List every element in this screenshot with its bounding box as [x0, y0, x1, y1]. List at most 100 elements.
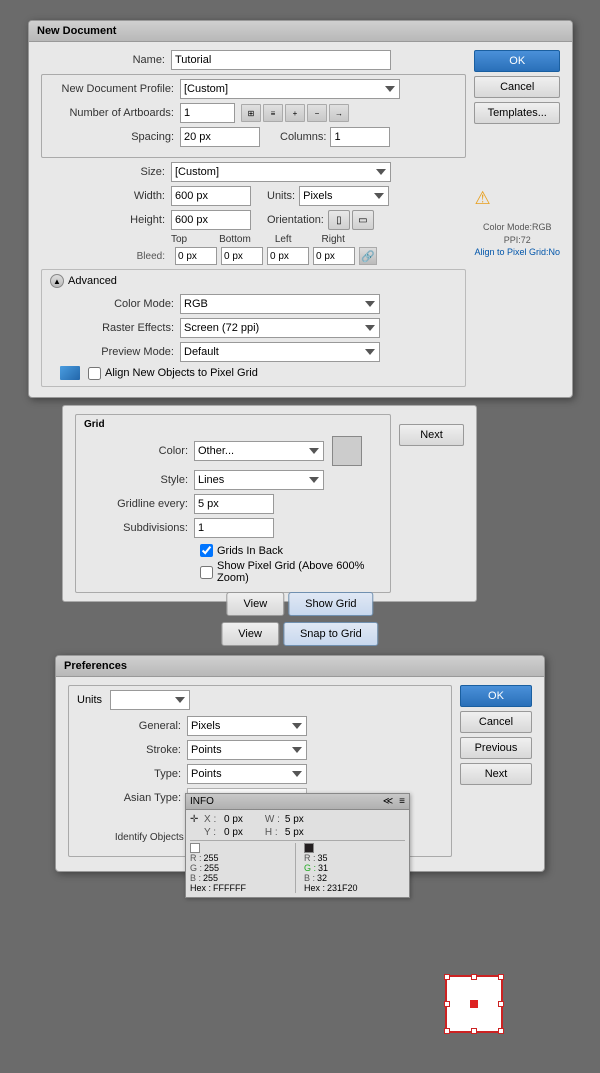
artboard-arrow-icon[interactable]: →	[329, 104, 349, 122]
prefs-general-label: General:	[77, 720, 187, 732]
size-label: Size:	[41, 166, 171, 178]
prefs-type-dropdown[interactable]: Points	[187, 764, 307, 784]
info-titlebar: INFO ≪ ≡	[186, 794, 409, 810]
columns-label: Columns:	[280, 131, 326, 143]
spacing-input[interactable]	[180, 127, 260, 147]
view-snap-grid-button[interactable]: View	[221, 622, 279, 646]
name-label: Name:	[41, 54, 171, 66]
height-input[interactable]	[171, 210, 251, 230]
prefs-next-button[interactable]: Next	[460, 763, 532, 785]
units-fieldset-title: Units	[77, 694, 102, 706]
advanced-label: Advanced	[68, 275, 117, 287]
height-label: Height:	[41, 214, 171, 226]
show-grid-button[interactable]: Show Grid	[288, 592, 373, 616]
view-show-grid-button[interactable]: View	[226, 592, 284, 616]
gridline-input[interactable]	[194, 494, 274, 514]
artboard-add-icon[interactable]: +	[285, 104, 305, 122]
align-pixel-grid-checkbox[interactable]	[88, 367, 101, 380]
x-value: 0 px	[224, 814, 243, 825]
show-pixel-grid-checkbox[interactable]	[200, 566, 213, 579]
prefs-previous-button[interactable]: Previous	[460, 737, 532, 759]
color-mode-dropdown[interactable]: RGB	[180, 294, 380, 314]
units-category-dropdown[interactable]	[110, 690, 190, 710]
bleed-right-input[interactable]	[313, 247, 355, 265]
grid-color-swatch[interactable]	[332, 436, 362, 466]
portrait-button[interactable]: ▯	[328, 210, 350, 230]
ppi-info: PPI:72	[474, 234, 560, 247]
prefs-cancel-button[interactable]: Cancel	[460, 711, 532, 733]
profile-label: New Document Profile:	[50, 83, 180, 95]
pixel-grid-icon	[60, 366, 80, 380]
right-b-value: 32	[317, 873, 327, 883]
right-r-value: 35	[318, 853, 328, 863]
artboards-label: Number of Artboards:	[50, 107, 180, 119]
info-divider	[190, 840, 405, 841]
pixel-grid-info: Align to Pixel Grid:No	[474, 246, 560, 259]
info-collapse-btn[interactable]: ≪	[383, 796, 393, 807]
name-input[interactable]	[171, 50, 391, 70]
prefs-stroke-label: Stroke:	[77, 744, 187, 756]
corner-ml	[444, 1001, 450, 1007]
info-panel: INFO ≪ ≡ ✛ X : 0 px W : 5 px	[185, 793, 410, 898]
grids-in-back-checkbox[interactable]	[200, 544, 213, 557]
bleed-bottom-label: Bottom	[219, 234, 251, 245]
artboard-grid-icon[interactable]: ⊞	[241, 104, 261, 122]
snap-to-grid-button[interactable]: Snap to Grid	[283, 622, 379, 646]
columns-input[interactable]	[330, 127, 390, 147]
preview-mode-dropdown[interactable]: Default	[180, 342, 380, 362]
bleed-left-input[interactable]	[267, 247, 309, 265]
bleed-top-input[interactable]	[175, 247, 217, 265]
advanced-expand-button[interactable]: ▲	[50, 274, 64, 288]
profile-dropdown[interactable]: [Custom]	[180, 79, 400, 99]
size-dropdown[interactable]: [Custom]	[171, 162, 391, 182]
bleed-left-label: Left	[275, 234, 292, 245]
landscape-button[interactable]: ▭	[352, 210, 374, 230]
right-hex-value: 231F20	[327, 883, 358, 893]
left-g-label: G :	[190, 863, 202, 873]
ok-button[interactable]: OK	[474, 50, 560, 72]
left-hex-label: Hex :	[190, 883, 211, 893]
cancel-button[interactable]: Cancel	[474, 76, 560, 98]
artboards-input[interactable]	[180, 103, 235, 123]
prefs-stroke-dropdown[interactable]: Points	[187, 740, 307, 760]
grid-next-button[interactable]: Next	[399, 424, 464, 446]
grid-color-label: Color:	[84, 445, 194, 457]
corner-bl	[444, 1028, 450, 1034]
preview-mode-label: Preview Mode:	[50, 346, 180, 358]
artboard-remove-icon[interactable]: −	[307, 104, 327, 122]
bleed-bottom-input[interactable]	[221, 247, 263, 265]
prefs-ok-button[interactable]: OK	[460, 685, 532, 707]
right-g-label: G :	[304, 863, 316, 873]
templates-button[interactable]: Templates...	[474, 102, 560, 124]
artboard-row-icon[interactable]: ≡	[263, 104, 283, 122]
grid-style-dropdown[interactable]: Lines	[194, 470, 324, 490]
prefs-general-dropdown[interactable]: Pixels	[187, 716, 307, 736]
spacing-label: Spacing:	[50, 131, 180, 143]
w-label: W :	[265, 814, 283, 825]
raster-effects-dropdown[interactable]: Screen (72 ppi)	[180, 318, 380, 338]
right-g-value: 31	[318, 863, 328, 873]
warning-icon: ⚠	[474, 188, 560, 209]
prefs-type-label: Type:	[77, 768, 187, 780]
corner-bm	[471, 1028, 477, 1034]
w-value: 5 px	[285, 814, 304, 825]
bleed-lock-button[interactable]: 🔗	[359, 247, 377, 265]
bleed-label: Bleed:	[41, 251, 171, 262]
left-r-label: R :	[190, 853, 202, 863]
info-title: INFO	[190, 796, 214, 807]
grid-color-dropdown[interactable]: Other...	[194, 441, 324, 461]
width-input[interactable]	[171, 186, 251, 206]
subdivisions-input[interactable]	[194, 518, 274, 538]
units-dropdown[interactable]: Pixels	[299, 186, 389, 206]
left-hex-value: FFFFFF	[213, 883, 246, 893]
info-menu-btn[interactable]: ≡	[399, 796, 405, 807]
bleed-right-label: Right	[322, 234, 345, 245]
right-color-swatch	[304, 843, 314, 853]
new-document-dialog: New Document Name: New Document Profile:…	[28, 20, 573, 398]
x-label: X :	[204, 814, 222, 825]
corner-br	[498, 1028, 504, 1034]
grid-panel: Grid Color: Other... Style: Lines	[62, 405, 477, 602]
h-value: 5 px	[285, 827, 304, 838]
y-label: Y :	[204, 827, 222, 838]
grid-fieldset-legend: Grid	[84, 419, 382, 430]
